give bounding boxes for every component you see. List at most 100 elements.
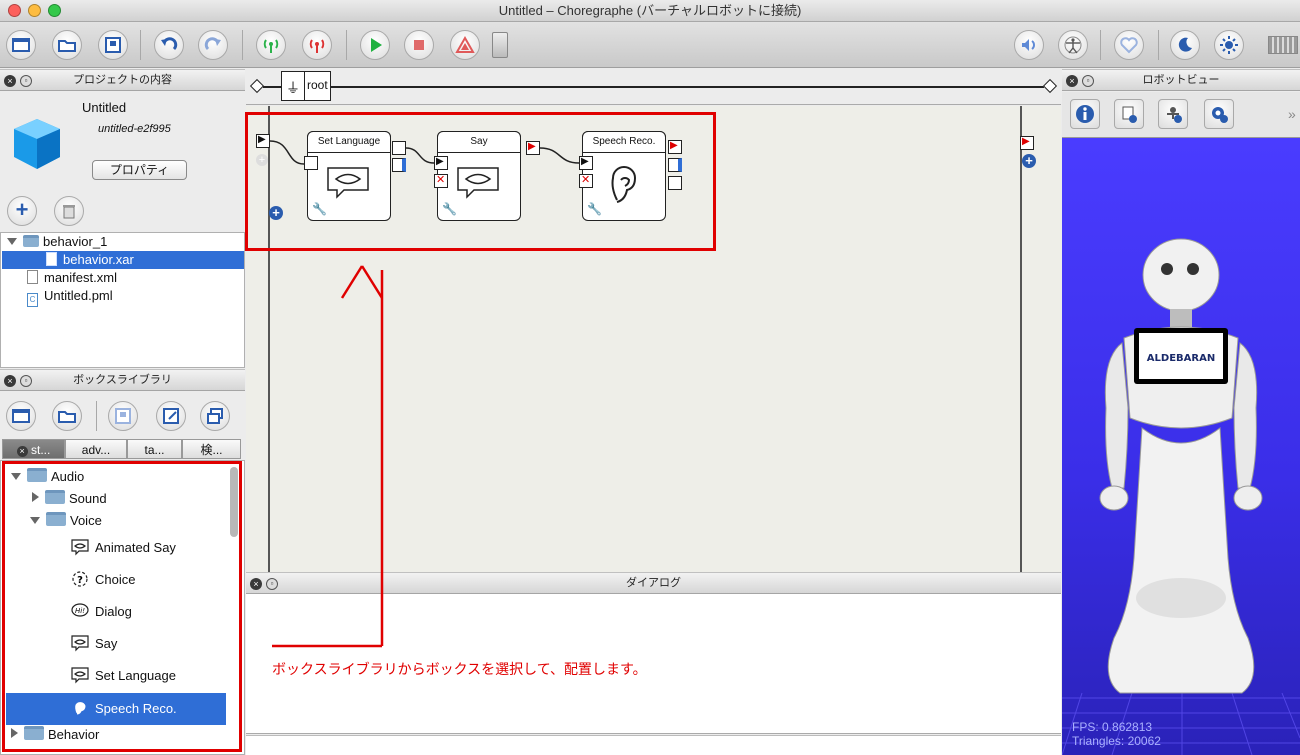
- tab-standard[interactable]: × st...: [2, 439, 65, 459]
- library-save-button[interactable]: [108, 401, 138, 431]
- restore-panel-icon[interactable]: ▫: [20, 75, 32, 87]
- robot-3d-view[interactable]: ALDEBARAN FPS: 0.862813 Triangles: 20062: [1062, 138, 1300, 755]
- annotation-text: ボックスライブラリからボックスを選択して、配置します。: [272, 661, 647, 677]
- window-icon: [12, 409, 30, 423]
- stop-button[interactable]: [404, 30, 434, 60]
- tree-item-behavior-1[interactable]: behavior_1: [7, 233, 107, 251]
- tab-ta[interactable]: ta...: [127, 439, 182, 459]
- stack-icon: [207, 408, 223, 424]
- breadcrumb-root[interactable]: ⏚ root: [281, 71, 331, 101]
- tree-item-behavior-xar[interactable]: behavior.xar: [2, 251, 244, 269]
- library-open-button[interactable]: [52, 401, 82, 431]
- add-item-button[interactable]: +: [7, 196, 37, 226]
- more-chevron-icon[interactable]: »: [1288, 106, 1296, 122]
- behavior-onstopped-output[interactable]: ▶: [1020, 136, 1034, 150]
- volume-button[interactable]: [1014, 30, 1044, 60]
- undo-button[interactable]: [154, 30, 184, 60]
- antenna-green-icon: [263, 39, 279, 53]
- rest-button[interactable]: [1170, 30, 1200, 60]
- library-new-button[interactable]: [6, 401, 36, 431]
- autonomous-life-button[interactable]: [1114, 30, 1144, 60]
- warning-icon: [455, 35, 475, 53]
- add-output-plus-icon[interactable]: +: [1022, 154, 1036, 168]
- robot-panel-header: × ▫ ロボットビュー: [1062, 69, 1300, 91]
- expand-arrow-icon[interactable]: [7, 238, 17, 245]
- delete-item-button[interactable]: [54, 196, 84, 226]
- moon-icon: [1178, 37, 1192, 52]
- project-id: untitled-e2f995: [98, 123, 171, 135]
- library-highlight-frame: [2, 461, 242, 752]
- close-window-button[interactable]: [8, 4, 21, 17]
- library-panel-header: × ▫ ボックスライブラリ: [0, 369, 245, 391]
- breadcrumb-end-diamond: [1042, 78, 1058, 94]
- down-arrow-icon: ⏚: [286, 80, 300, 96]
- redo-icon: [204, 37, 221, 51]
- undo-icon: [161, 37, 178, 51]
- library-save-as-button[interactable]: [156, 401, 186, 431]
- robot-joints-button[interactable]: [1114, 99, 1144, 129]
- project-info: Untitled untitled-e2f995 プロパティ +: [0, 91, 245, 231]
- close-panel-icon[interactable]: ×: [1066, 75, 1078, 87]
- diagram-breadcrumb-bar: ⏚ root: [246, 69, 1061, 105]
- battery-icon: [1268, 36, 1298, 54]
- project-panel-title: プロジェクトの内容: [73, 74, 172, 86]
- diagram-highlight-frame: [245, 112, 716, 251]
- speaker-icon: [1022, 39, 1035, 51]
- joints-icon: [1122, 106, 1137, 123]
- breadcrumb-start-diamond: [249, 78, 265, 94]
- tab-search[interactable]: 検...: [182, 439, 241, 459]
- folder-icon: [23, 235, 39, 247]
- dialog-panel-title: ダイアログ: [626, 577, 681, 589]
- wake-up-button[interactable]: [1214, 30, 1244, 60]
- dialog-input[interactable]: [246, 735, 1061, 755]
- robot-model-illustration: ALDEBARAN: [1062, 238, 1300, 755]
- title-bar: Untitled – Choregraphe (バーチャルロボットに接続): [0, 0, 1300, 22]
- tab-advanced[interactable]: adv...: [65, 439, 127, 459]
- redo-button[interactable]: [198, 30, 228, 60]
- trash-icon: [63, 205, 75, 219]
- library-manage-button[interactable]: [200, 401, 230, 431]
- library-panel-title: ボックスライブラリ: [73, 374, 172, 386]
- folder-icon: [58, 40, 76, 52]
- new-project-button[interactable]: [6, 30, 36, 60]
- antenna-red-icon: [309, 39, 325, 53]
- motion-icon: [1167, 107, 1182, 123]
- fps-readout: FPS: 0.862813: [1072, 720, 1153, 734]
- restore-panel-icon[interactable]: ▫: [20, 375, 32, 387]
- main-toolbar: [0, 22, 1300, 68]
- zoom-window-button[interactable]: [48, 4, 61, 17]
- vitruvian-icon: [1064, 36, 1082, 54]
- stop-icon: [414, 40, 424, 50]
- folder-icon: [58, 411, 76, 423]
- open-project-button[interactable]: [52, 30, 82, 60]
- close-tab-icon[interactable]: ×: [16, 446, 28, 457]
- battery-slot: [492, 32, 508, 58]
- play-button[interactable]: [360, 30, 390, 60]
- close-panel-icon[interactable]: ×: [250, 578, 262, 590]
- info-icon: [1076, 105, 1094, 123]
- robot-info-button[interactable]: [1070, 99, 1100, 129]
- robot-motion-button[interactable]: [1158, 99, 1188, 129]
- robot-settings-button[interactable]: [1204, 99, 1234, 129]
- disconnect-button[interactable]: [302, 30, 332, 60]
- robot-tablet-logo: ALDEBARAN: [1147, 353, 1215, 364]
- close-panel-icon[interactable]: ×: [4, 375, 16, 387]
- connect-button[interactable]: [256, 30, 286, 60]
- debug-button[interactable]: [450, 30, 480, 60]
- tree-item-untitled-pml[interactable]: C Untitled.pml: [27, 287, 113, 307]
- plus-icon: +: [15, 197, 29, 222]
- properties-button[interactable]: プロパティ: [92, 160, 187, 180]
- project-tree: behavior_1 behavior.xar manifest.xml C Un…: [0, 232, 245, 368]
- gear-icon: [1212, 107, 1228, 123]
- tree-item-manifest[interactable]: manifest.xml: [27, 269, 117, 287]
- project-name: Untitled: [82, 100, 127, 115]
- restore-panel-icon[interactable]: ▫: [1082, 75, 1094, 87]
- save-project-button[interactable]: [98, 30, 128, 60]
- sun-icon: [1220, 36, 1238, 54]
- robot-panel-title: ロボットビュー: [1142, 74, 1220, 86]
- minimize-window-button[interactable]: [28, 4, 41, 17]
- stiffness-button[interactable]: [1058, 30, 1088, 60]
- save-as-icon: [163, 408, 179, 424]
- close-panel-icon[interactable]: ×: [4, 75, 16, 87]
- save-icon: [115, 408, 131, 424]
